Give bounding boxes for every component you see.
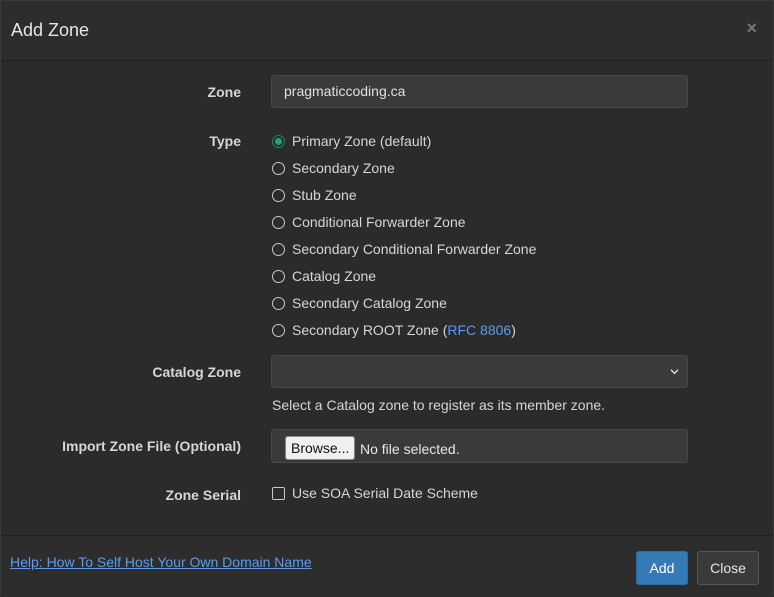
add-button[interactable]: Add xyxy=(636,551,688,585)
zone-serial-label: Zone Serial xyxy=(165,487,241,503)
radio-label: Secondary Conditional Forwarder Zone xyxy=(292,241,537,257)
import-zone-file-label: Import Zone File (Optional) xyxy=(62,438,241,454)
radio-label: Primary Zone (default) xyxy=(292,133,432,149)
radio-label: Catalog Zone xyxy=(292,268,377,284)
file-status: No file selected. xyxy=(360,441,460,457)
dialog-footer: Help: How To Self Host Your Own Domain N… xyxy=(1,535,773,597)
radio-secondary-root-zone[interactable]: Secondary ROOT Zone (RFC 8806) xyxy=(272,320,516,340)
checkbox-label: Use SOA Serial Date Scheme xyxy=(292,485,478,501)
browse-button[interactable]: Browse... xyxy=(285,436,356,460)
radio-stub-zone[interactable]: Stub Zone xyxy=(272,185,357,205)
radio-label: Secondary ROOT Zone (RFC 8806) xyxy=(292,322,516,338)
rfc-8806-link[interactable]: RFC 8806 xyxy=(447,322,511,338)
catalog-zone-select[interactable] xyxy=(271,355,688,388)
radio-button[interactable] xyxy=(272,323,285,337)
close-icon[interactable]: × xyxy=(746,19,757,37)
close-button[interactable]: Close xyxy=(697,551,759,585)
radio-button[interactable] xyxy=(272,242,285,256)
zone-input[interactable]: pragmaticcoding.ca xyxy=(271,75,688,108)
add-zone-dialog: Add Zone × Zone pragmaticcoding.ca Type … xyxy=(0,0,774,597)
catalog-zone-label: Catalog Zone xyxy=(152,364,241,380)
radio-label-text: Secondary ROOT Zone ( xyxy=(292,322,448,338)
radio-primary-zone[interactable]: Primary Zone (default) xyxy=(272,131,431,151)
radio-button[interactable] xyxy=(272,269,285,283)
radio-label: Stub Zone xyxy=(292,187,357,203)
radio-label-suffix: ) xyxy=(511,322,516,338)
radio-secondary-catalog-zone[interactable]: Secondary Catalog Zone xyxy=(272,293,447,313)
radio-catalog-zone[interactable]: Catalog Zone xyxy=(272,266,376,286)
dialog-body: Zone pragmaticcoding.ca Type Primary Zon… xyxy=(1,61,773,535)
dialog-header: Add Zone × xyxy=(1,1,773,61)
catalog-zone-help: Select a Catalog zone to register as its… xyxy=(272,397,606,413)
radio-label: Secondary Catalog Zone xyxy=(292,295,447,311)
import-zone-file-input[interactable]: Browse... No file selected. xyxy=(271,429,688,463)
radio-secondary-conditional-forwarder-zone[interactable]: Secondary Conditional Forwarder Zone xyxy=(272,239,536,259)
radio-label: Conditional Forwarder Zone xyxy=(292,214,466,230)
dialog-title: Add Zone xyxy=(11,20,90,40)
chevron-down-icon xyxy=(670,369,679,375)
help-link[interactable]: Help: How To Self Host Your Own Domain N… xyxy=(10,554,312,570)
radio-conditional-forwarder-zone[interactable]: Conditional Forwarder Zone xyxy=(272,212,466,232)
radio-button[interactable] xyxy=(272,161,285,175)
soa-serial-date-scheme-checkbox[interactable] xyxy=(272,486,285,500)
radio-secondary-zone[interactable]: Secondary Zone xyxy=(272,158,395,178)
radio-button[interactable] xyxy=(272,188,285,202)
radio-button[interactable] xyxy=(272,215,285,229)
type-label: Type xyxy=(209,133,241,149)
radio-label: Secondary Zone xyxy=(292,160,395,176)
radio-button-checked[interactable] xyxy=(272,134,285,148)
radio-button[interactable] xyxy=(272,296,285,310)
soa-serial-date-scheme-option[interactable]: Use SOA Serial Date Scheme xyxy=(272,485,478,501)
zone-label: Zone xyxy=(207,84,241,100)
